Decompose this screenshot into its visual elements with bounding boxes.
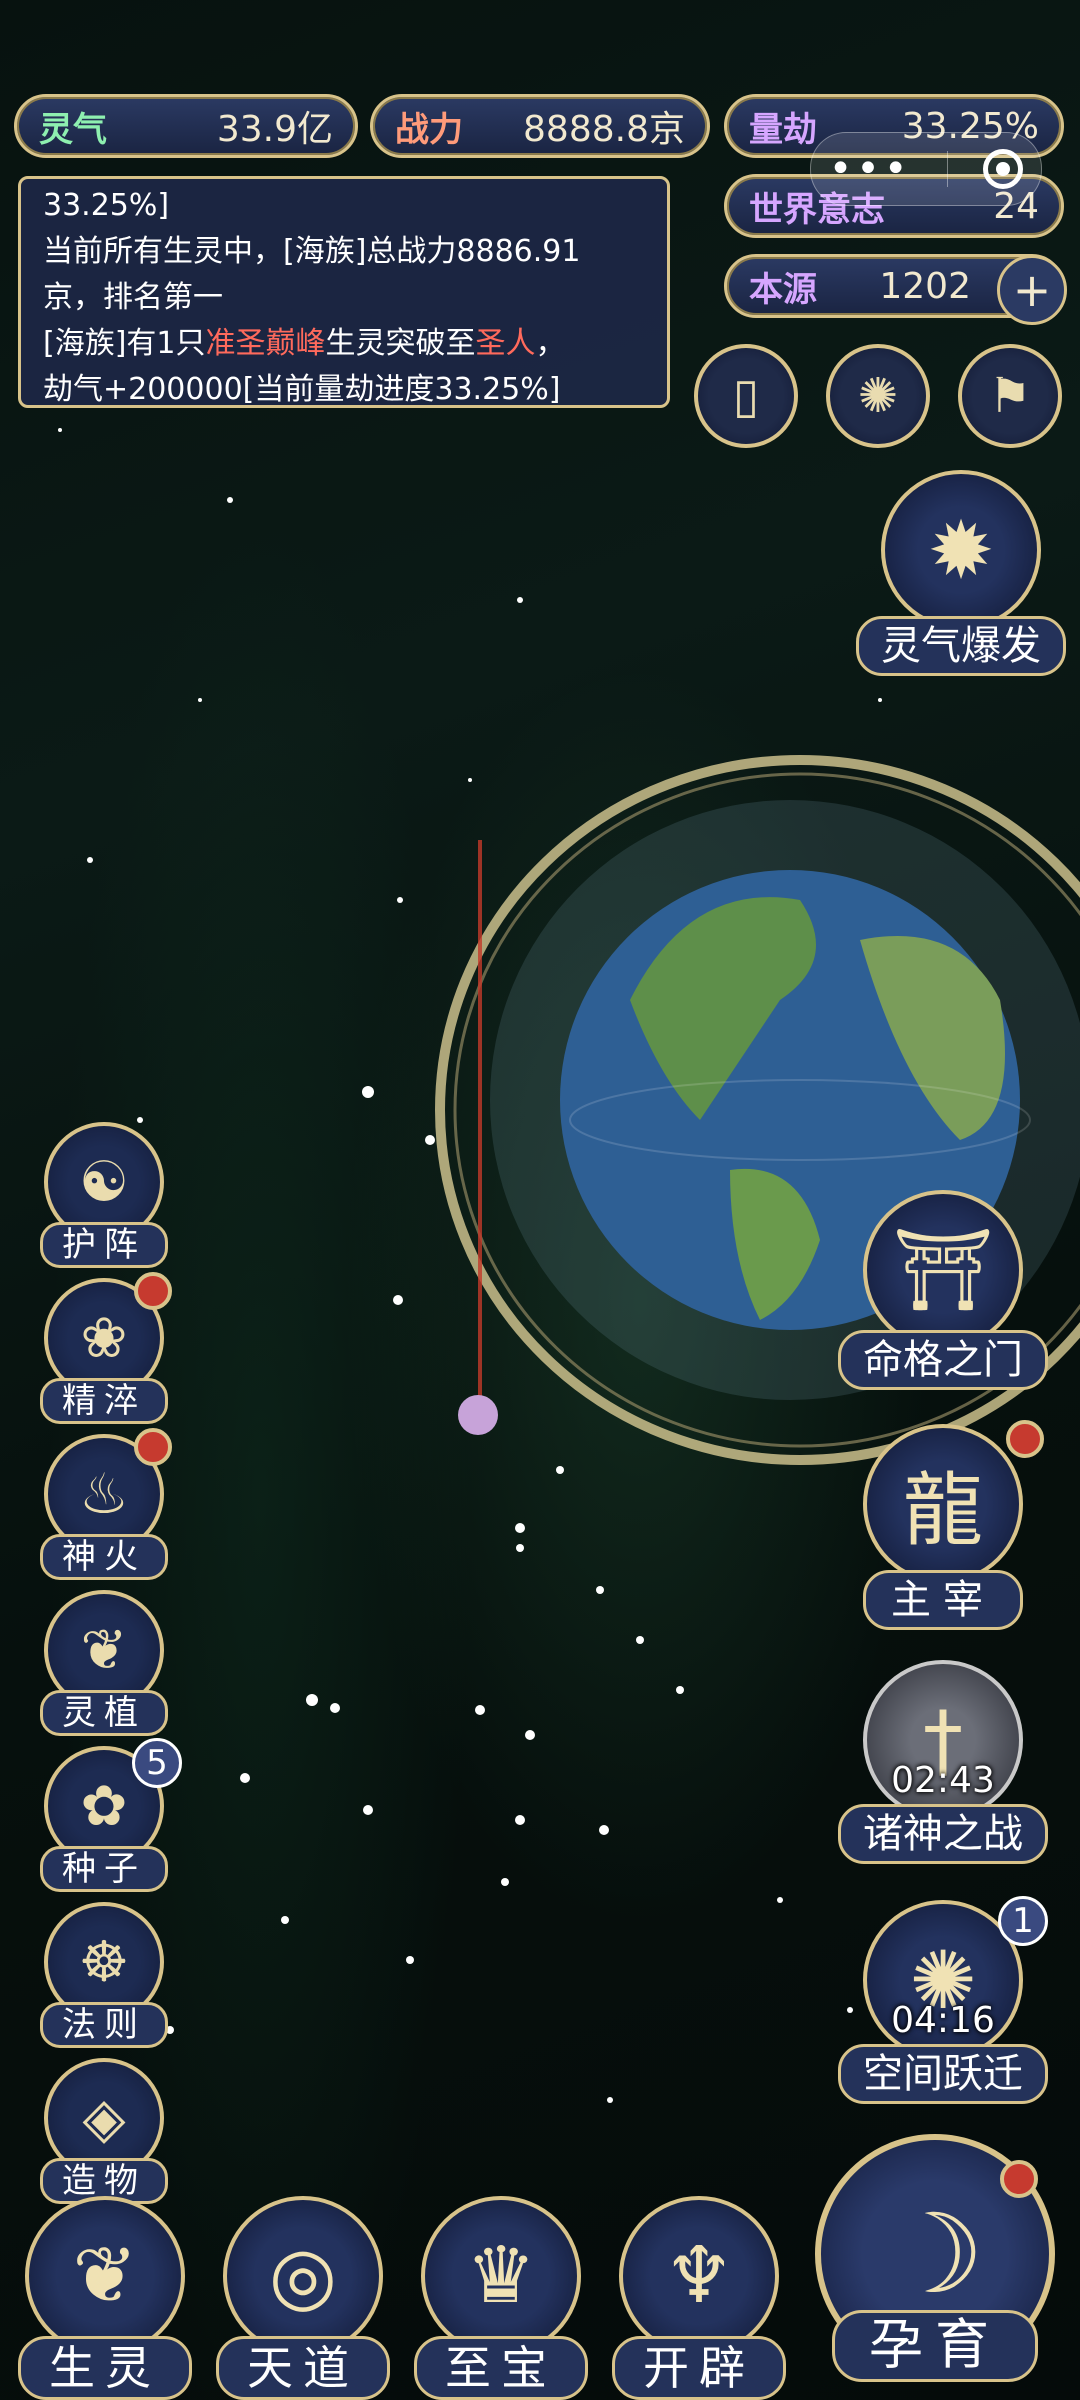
notification-dot xyxy=(1000,2160,1038,2198)
lingqi-label: 灵气 xyxy=(39,109,107,150)
capsule-divider xyxy=(946,151,948,187)
side-item-faze[interactable]: ☸ 法则 xyxy=(34,1902,174,2052)
side-item-label: 灵植 xyxy=(40,1690,168,1736)
nav-label: 生灵 xyxy=(18,2336,192,2400)
kongjian-yueqian-label: 空间跃迁 xyxy=(838,2044,1048,2104)
yunyu-button[interactable]: ☽ 孕育 xyxy=(810,2134,1060,2394)
zhuzai-button[interactable]: 龍 主宰 xyxy=(838,1420,1048,1634)
nav-kaipi[interactable]: ♆ 开辟 xyxy=(604,2196,794,2400)
event-message-box: 33.25%] 当前所有生灵中，[海族]总战力8886.91 京，排名第一 [海… xyxy=(18,176,670,408)
treasure-icon: ♛ xyxy=(421,2196,581,2356)
side-item-huzhen[interactable]: ☯ 护阵 xyxy=(34,1122,174,1272)
side-item-label: 护阵 xyxy=(40,1222,168,1268)
message-line: 33.25%] xyxy=(43,188,170,223)
benyuan-add-button[interactable]: + xyxy=(997,255,1067,325)
kongjian-timer: 04:16 xyxy=(891,2000,995,2041)
message-highlight: 圣人 xyxy=(475,326,536,361)
benyuan-value: 1202 xyxy=(879,265,971,307)
message-text: [海族]有1只 xyxy=(43,326,206,361)
side-item-shenhuo[interactable]: ♨ 神火 xyxy=(34,1428,174,1584)
side-item-label: 种子 xyxy=(40,1846,168,1892)
nav-tiandao[interactable]: ◎ 天道 xyxy=(208,2196,398,2400)
card-icon: ▯ xyxy=(732,368,760,424)
zhanli-label: 战力 xyxy=(395,109,463,150)
zhanli-value: 8888.8京 xyxy=(523,109,685,150)
nav-label: 开辟 xyxy=(612,2336,786,2400)
message-line: [海族]有1只准圣巅峰生灵突破至圣人， xyxy=(43,321,645,367)
message-line: 劫气+200000[当前量劫进度33.25%] xyxy=(43,372,561,407)
message-line: 京，排名第一 xyxy=(43,280,223,315)
zhanli-stat[interactable]: 战力 8888.8京 xyxy=(370,94,710,158)
mingge-zhimen-button[interactable]: ⛩ 命格之门 xyxy=(838,1190,1048,1400)
benyuan-stat[interactable]: 本源 1202 + xyxy=(724,254,1067,325)
zhushen-timer: 02:43 xyxy=(891,1760,995,1801)
notification-dot xyxy=(134,1272,172,1310)
card-button[interactable]: ▯ xyxy=(694,344,798,448)
nav-label: 至宝 xyxy=(414,2336,588,2400)
vortex-icon: ✺ xyxy=(857,368,899,424)
side-item-lingzhi[interactable]: ❦ 灵植 xyxy=(34,1590,174,1740)
flag-icon: ⚑ xyxy=(988,368,1032,424)
message-text: 生灵突破至 xyxy=(325,326,476,361)
lingqi-baofa-button[interactable]: ✹ 灵气爆发 xyxy=(856,470,1066,680)
side-item-label: 法则 xyxy=(40,2002,168,2048)
yunyu-label: 孕育 xyxy=(832,2310,1038,2382)
zhuzai-label: 主宰 xyxy=(863,1570,1023,1630)
notification-dot xyxy=(134,1428,172,1466)
blade-icon: ♆ xyxy=(619,2196,779,2356)
dragon-icon: 龍 xyxy=(863,1424,1023,1584)
message-line: 当前所有生灵中，[海族]总战力8886.91 xyxy=(43,234,581,269)
count-badge: 1 xyxy=(998,1896,1048,1946)
side-item-jingcui[interactable]: ❀ 精淬 xyxy=(34,1272,174,1428)
burst-icon: ✹ xyxy=(881,470,1041,630)
message-highlight: 准圣巅峰 xyxy=(205,326,326,361)
side-item-zhongzi[interactable]: ✿ 5 种子 xyxy=(34,1738,182,1896)
phoenix-icon: ❦ xyxy=(25,2196,185,2356)
count-badge: 5 xyxy=(132,1738,182,1788)
mingge-zhimen-label: 命格之门 xyxy=(838,1330,1048,1390)
more-icon[interactable]: ••• xyxy=(829,146,912,192)
flag-button[interactable]: ⚑ xyxy=(958,344,1062,448)
miniprogram-capsule: ••• xyxy=(810,132,1042,206)
zhushen-zhizhan-button[interactable]: † 02:43 诸神之战 xyxy=(838,1660,1048,1870)
close-miniprogram-icon[interactable] xyxy=(983,149,1024,189)
nav-shengling[interactable]: ❦ 生灵 xyxy=(10,2196,200,2400)
lingqi-value: 33.9亿 xyxy=(216,109,333,150)
kongjian-yueqian-button[interactable]: ✺ 1 04:16 空间跃迁 xyxy=(838,1896,1048,2110)
gate-icon: ⛩ xyxy=(863,1190,1023,1350)
message-text: ， xyxy=(535,326,566,361)
zhushen-zhizhan-label: 诸神之战 xyxy=(838,1804,1048,1864)
lingqi-baofa-label: 灵气爆发 xyxy=(856,616,1066,676)
nav-zhibao[interactable]: ♛ 至宝 xyxy=(406,2196,596,2400)
side-item-zaowu[interactable]: ◈ 造物 xyxy=(34,2058,174,2208)
wave-icon: ◎ xyxy=(223,2196,383,2356)
vortex-button[interactable]: ✺ xyxy=(826,344,930,448)
benyuan-label: 本源 xyxy=(749,269,817,310)
nav-label: 天道 xyxy=(216,2336,390,2400)
side-item-label: 神火 xyxy=(40,1534,168,1580)
liangjie-label: 量劫 xyxy=(749,109,817,150)
lingqi-stat[interactable]: 灵气 33.9亿 xyxy=(14,94,358,158)
notification-dot xyxy=(1006,1420,1044,1458)
side-item-label: 精淬 xyxy=(40,1378,168,1424)
